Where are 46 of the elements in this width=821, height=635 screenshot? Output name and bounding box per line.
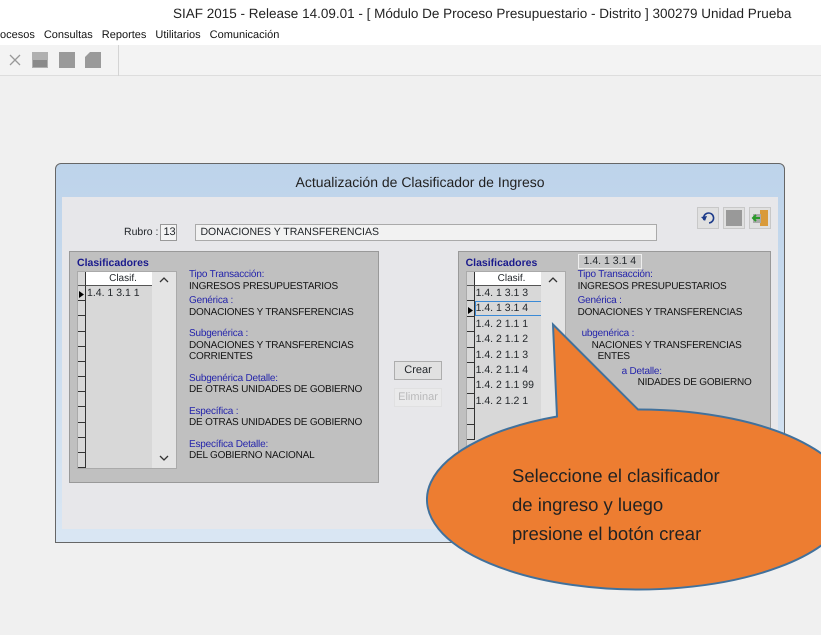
grid-cell[interactable]: 1.4. 1 3.1 4	[474, 301, 545, 316]
field-label: Tipo Transacción:	[578, 269, 653, 280]
grid-cell[interactable]: 1.4. 2 1.1 99	[474, 378, 545, 394]
current-code-field: 1.4. 1 3.1 4	[578, 254, 642, 269]
field-label: Genérica :	[578, 295, 622, 306]
menu-item[interactable]: Consultas	[44, 28, 93, 45]
rubro-code-field[interactable]: 13	[160, 224, 178, 241]
menu-item[interactable]: Reportes	[102, 28, 146, 45]
menu-item[interactable]: Comunicación	[210, 28, 280, 45]
field-label: Subgenérica Detalle:	[189, 372, 278, 384]
dialog-title: Actualización de Clasificador de Ingreso	[294, 173, 546, 192]
field-value: INGRESOS PRESUPUESTARIOS	[189, 280, 338, 292]
menu-item[interactable]: ocesos	[0, 28, 35, 45]
field-label: Subgenérica :	[189, 328, 248, 340]
field-value: DE OTRAS UNIDADES DE GOBIERNO	[189, 417, 362, 428]
field-label: Específica Detalle:	[189, 438, 268, 450]
grid-cell[interactable]: 1.4. 1 3.1 3	[474, 286, 545, 301]
grid-cell[interactable]: 1.4. 2 1.1 3	[474, 348, 545, 363]
field-value: DONACIONES Y TRANSFERENCIAS	[578, 306, 742, 318]
field-label: Genérica :	[189, 295, 234, 306]
grid-cell[interactable]: 1.4. 2 1.1 2	[474, 332, 545, 348]
field-label: Específica :	[189, 406, 238, 417]
grid-cell[interactable]: 1.4. 1 3.1 1	[86, 286, 156, 301]
field-value: NACIONES Y TRANSFERENCIAS	[590, 340, 742, 351]
field-label: ubgenérica :	[580, 328, 634, 340]
create-button[interactable]: Crear	[394, 361, 442, 380]
panel-heading: Clasificadores	[466, 256, 538, 271]
field-value: DEL GOBIERNO NACIONAL	[189, 450, 314, 462]
classifier-grid[interactable]: Clasif. 1.4. 1 3.1 1	[77, 271, 177, 469]
field-label: a Detalle:	[620, 366, 662, 377]
field-value: DONACIONES Y TRANSFERENCIAS	[189, 340, 354, 351]
grid-cell[interactable]: 1.4. 2 1.2 1	[474, 394, 545, 409]
rubro-name-field[interactable]: DONACIONES Y TRANSFERENCIAS	[195, 224, 658, 241]
field-value: INGRESOS PRESUPUESTARIOS	[578, 280, 726, 292]
panel-heading: Clasificadores	[77, 256, 150, 271]
grid-cell[interactable]: 1.4. 2 1.1 4	[474, 362, 545, 378]
grid-cell[interactable]: 1.4. 2 1.1 1	[474, 316, 545, 332]
rubro-label: Rubro :	[124, 224, 158, 240]
field-value: NIDADES DE GOBIERNO	[636, 377, 752, 388]
field-value: CORRIENTES	[189, 351, 253, 362]
field-label: Tipo Transacción:	[189, 269, 264, 280]
window-title: SIAF 2015 - Release 14.09.01 - [ Módulo De Proceso Presupuestario - Distrito ] 300279 Unidad Prueba	[173, 5, 792, 23]
menu-item[interactable]: Utilitarios	[155, 28, 201, 45]
field-value: ENTES	[596, 351, 630, 362]
field-value: DE OTRAS UNIDADES DE GOBIERNO	[189, 384, 362, 396]
field-value: DONACIONES Y TRANSFERENCIAS	[189, 306, 354, 318]
